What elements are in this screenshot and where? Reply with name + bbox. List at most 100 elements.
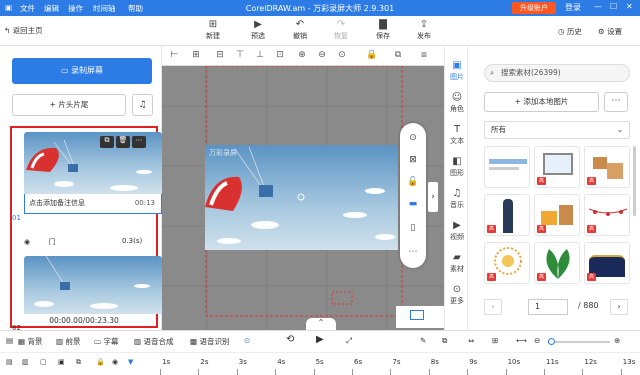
lock-icon[interactable]: 🔒: [366, 50, 378, 60]
page-input[interactable]: 1: [528, 299, 568, 315]
save-button[interactable]: ▇ 保存: [368, 18, 398, 41]
undo-button[interactable]: ↶ 撤销: [285, 18, 315, 41]
split-icon[interactable]: ⧉: [442, 336, 447, 346]
track-icon[interactable]: ▤: [6, 358, 13, 366]
zoom-slider-thumb[interactable]: [548, 338, 555, 345]
back-home-button[interactable]: ↰ 返回主页: [4, 25, 43, 36]
lock-icon[interactable]: 🔒: [96, 358, 105, 366]
asset-panel: ⌕ 搜索素材(26399) + 添加本地图片 ⋯ 所有 ⌄ 高 高 高 高 高 高…: [468, 46, 640, 330]
zoom-out-icon[interactable]: ⊖: [534, 336, 540, 345]
asset-tile[interactable]: [484, 146, 530, 188]
adjust-icon[interactable]: ⇔: [468, 336, 474, 345]
track-delete-icon[interactable]: ▣: [58, 358, 65, 366]
expand-up-icon[interactable]: ⌃: [306, 318, 336, 330]
align-left-icon[interactable]: ⊢: [168, 50, 180, 60]
history-button[interactable]: ◷ 历史: [558, 26, 582, 37]
clip-item-2[interactable]: [24, 256, 162, 316]
playhead-icon[interactable]: ▼: [128, 358, 133, 366]
prev-page-icon[interactable]: ‹: [484, 299, 502, 315]
more-icon[interactable]: ⋯: [132, 136, 146, 148]
eye-icon[interactable]: ◉: [112, 358, 118, 366]
more-circle-icon[interactable]: ⊙: [244, 336, 250, 345]
edit-icon[interactable]: ✎: [420, 336, 426, 345]
crop-icon[interactable]: ⊠: [400, 155, 426, 165]
aspect-toggle[interactable]: [396, 306, 444, 328]
tab-material[interactable]: ▰ 素材: [445, 252, 469, 274]
screen-icon[interactable]: ▬: [400, 199, 426, 209]
next-page-icon[interactable]: ›: [610, 299, 628, 315]
category-select[interactable]: 所有 ⌄: [484, 121, 630, 139]
layers-icon[interactable]: ▤: [6, 336, 13, 345]
settings-button[interactable]: ⚙ 设置: [598, 26, 622, 37]
zoom-slider[interactable]: [548, 341, 610, 343]
marker-icon[interactable]: ⊞: [492, 336, 498, 345]
person-icon: ☺: [451, 92, 463, 103]
tab-video[interactable]: ▶ 视频: [445, 220, 469, 242]
distribute-icon[interactable]: ⊟: [214, 50, 226, 60]
close-icon[interactable]: ✕: [626, 2, 633, 11]
track-copy-icon[interactable]: ⧉: [76, 358, 81, 367]
foreground-button[interactable]: ▧ 前景: [56, 336, 80, 347]
copy-icon[interactable]: ⧉: [100, 136, 114, 148]
tab-character[interactable]: ☺ 角色: [445, 92, 469, 114]
scrollbar[interactable]: [633, 146, 636, 216]
asset-tile[interactable]: 高: [584, 242, 630, 284]
redo-icon: ↷: [336, 19, 346, 30]
fit-icon[interactable]: ⊙: [336, 50, 348, 60]
asset-tile[interactable]: 高: [484, 194, 530, 236]
tab-more[interactable]: ⊙ 更多: [445, 284, 469, 306]
track-folder-icon[interactable]: ▥: [22, 358, 29, 366]
clip-caption[interactable]: 点击添加备注信息 00:13: [24, 194, 162, 214]
record-screen-button[interactable]: ▭ 录制屏幕: [12, 58, 152, 84]
align-center-icon[interactable]: ⊞: [190, 50, 202, 60]
asr-button[interactable]: ▩ 语音识别: [190, 336, 229, 347]
add-local-image-button[interactable]: + 添加本地图片: [484, 92, 599, 112]
background-button[interactable]: ▦ 背景: [18, 336, 42, 347]
align-bottom-icon[interactable]: ⊥: [254, 50, 266, 60]
track-lock-icon[interactable]: ▢: [40, 358, 47, 366]
fit-width-icon[interactable]: ⟷: [516, 336, 527, 345]
align-top-icon[interactable]: ⊤: [234, 50, 246, 60]
delete-icon[interactable]: 🗑: [116, 136, 130, 148]
align-middle-icon[interactable]: ⊡: [274, 50, 286, 60]
canvas-video-frame[interactable]: 万彩录屏 1: [205, 145, 398, 250]
preview-button[interactable]: ▶ 预选: [243, 18, 273, 41]
redo-button[interactable]: ↷ 恢复: [326, 18, 356, 41]
tab-shape[interactable]: ◧ 图形: [445, 156, 469, 178]
paste-icon[interactable]: ⧈: [418, 50, 430, 60]
login-link[interactable]: 登录: [565, 2, 581, 13]
tab-text[interactable]: T 文本: [445, 124, 469, 146]
asset-search-input[interactable]: ⌕ 搜索素材(26399): [484, 64, 630, 82]
asset-tile[interactable]: 高: [534, 194, 580, 236]
tab-image[interactable]: ▣ 图片: [445, 60, 469, 82]
rewind-icon[interactable]: ⟲: [286, 334, 294, 345]
more-icon[interactable]: ⋯: [400, 247, 426, 257]
camera-icon[interactable]: ⊙: [400, 133, 426, 143]
collapse-right-icon[interactable]: ›: [428, 182, 438, 212]
new-button[interactable]: ⊞ 新建: [198, 18, 228, 41]
play-icon[interactable]: ▶: [316, 334, 324, 345]
maximize-icon[interactable]: ☐: [610, 2, 617, 11]
minimize-icon[interactable]: —: [594, 2, 602, 11]
asset-tile[interactable]: 高: [534, 146, 580, 188]
upgrade-button[interactable]: 升级账户: [512, 2, 556, 14]
tab-music[interactable]: ♫ 音乐: [445, 188, 469, 210]
asset-tile[interactable]: 高: [534, 242, 580, 284]
more-options-button[interactable]: ⋯: [604, 92, 628, 112]
zoom-in-icon[interactable]: ⊕: [614, 336, 620, 345]
asset-tile[interactable]: 高: [584, 194, 630, 236]
transition-row[interactable]: ◉ 门 0.3(s): [24, 237, 142, 247]
zoom-out-icon[interactable]: ⊖: [316, 50, 328, 60]
fullscreen-icon[interactable]: ⤢: [346, 336, 352, 346]
music-button[interactable]: ♫: [132, 94, 153, 116]
publish-button[interactable]: ⇪ 发布: [409, 18, 439, 41]
unlock-icon[interactable]: 🔓: [400, 177, 426, 187]
phone-icon[interactable]: ▯: [400, 223, 426, 233]
asset-tile[interactable]: 高: [584, 146, 630, 188]
asset-tile[interactable]: 高: [484, 242, 530, 284]
tts-button[interactable]: ▨ 语音合成: [134, 336, 173, 347]
zoom-in-icon[interactable]: ⊕: [296, 50, 308, 60]
intro-outro-button[interactable]: + 片头片尾: [12, 94, 126, 116]
subtitle-button[interactable]: ▭ 字幕: [94, 336, 118, 347]
duplicate-icon[interactable]: ⧉: [392, 50, 404, 60]
